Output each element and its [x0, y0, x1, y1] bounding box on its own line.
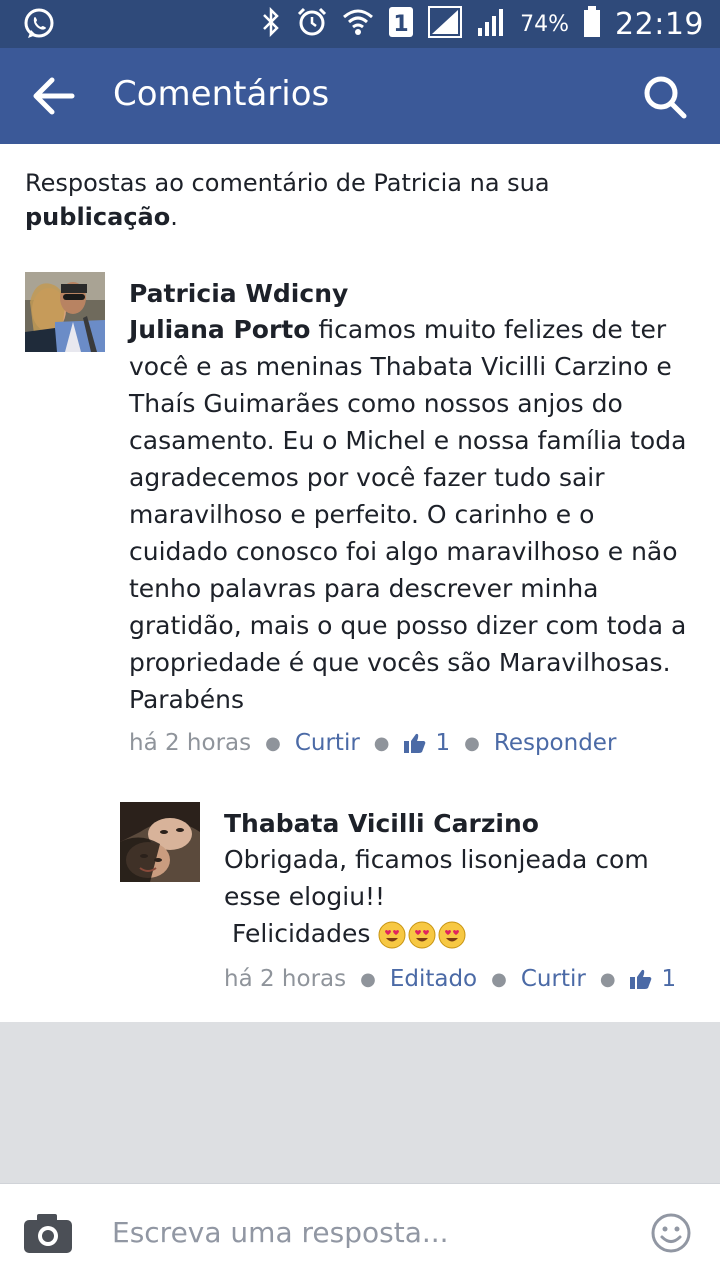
comment-text-line2: Felicidades	[224, 915, 694, 952]
comment-time: há 2 horas	[224, 966, 347, 992]
separator-dot: ●	[265, 732, 281, 754]
search-icon	[644, 76, 687, 119]
signal-icon	[476, 6, 506, 42]
back-button[interactable]	[32, 76, 76, 116]
heart-eyes-emoji	[438, 921, 466, 949]
page-title: Comentários	[113, 74, 330, 114]
camera-button[interactable]	[22, 1211, 74, 1255]
alarm-icon	[296, 6, 328, 42]
comment-text: Obrigada, ficamos lisonjeada com esse el…	[224, 845, 649, 911]
thumbs-up-icon	[629, 969, 651, 989]
avatar[interactable]	[25, 272, 105, 352]
comment-text: Felicidades	[224, 919, 371, 948]
comment-time: há 2 horas	[129, 730, 252, 756]
separator-dot: ●	[373, 732, 390, 754]
sim-icon: 1	[388, 6, 414, 42]
battery-icon	[583, 6, 601, 42]
separator-dot: ●	[464, 732, 480, 754]
comment-meta: há 2 horas ● Editado ● Curtir ● 1	[224, 966, 694, 992]
reply-bar	[0, 1183, 720, 1280]
emoji-group	[378, 921, 466, 949]
heart-eyes-emoji	[378, 921, 406, 949]
whatsapp-icon	[22, 7, 56, 45]
clock: 22:19	[615, 6, 704, 42]
comment-text: ficamos muito felizes de ter você e as m…	[129, 315, 687, 714]
comment-author[interactable]: Patricia Wdicny	[129, 277, 689, 311]
like-count[interactable]: 1	[629, 966, 677, 992]
mention-link[interactable]: Juliana Porto	[129, 315, 310, 344]
search-button[interactable]	[642, 74, 688, 120]
app-bar: Comentários	[0, 48, 720, 144]
comment-body: Obrigada, ficamos lisonjeada com esse el…	[224, 841, 694, 952]
like-button[interactable]: Curtir	[295, 730, 360, 756]
signal-icon	[428, 6, 463, 42]
thumbs-up-icon	[403, 733, 425, 753]
separator-dot: ●	[491, 968, 507, 990]
replies-header-text: Respostas ao comentário de Patricia na s…	[25, 169, 550, 197]
separator-dot: ●	[599, 968, 616, 990]
bluetooth-icon	[260, 6, 282, 41]
like-button[interactable]: Curtir	[521, 966, 586, 992]
reply-button[interactable]: Responder	[494, 730, 617, 756]
empty-area	[0, 1022, 720, 1183]
reply-input[interactable]	[112, 1210, 612, 1254]
post-link[interactable]: publicação	[25, 203, 170, 231]
comment-author[interactable]: Thabata Vicilli Carzino	[224, 807, 694, 841]
comment-content: Thabata Vicilli Carzino Obrigada, ficamo…	[224, 807, 694, 992]
battery-percent: 74%	[520, 11, 570, 37]
like-count-value: 1	[661, 966, 677, 992]
smiley-icon	[651, 1213, 691, 1253]
back-arrow-icon	[33, 77, 75, 115]
emoji-button[interactable]	[650, 1212, 692, 1254]
wifi-icon	[342, 7, 374, 41]
status-bar: 1 74% 22:19	[0, 0, 720, 48]
avatar[interactable]	[120, 802, 200, 882]
camera-icon	[24, 1214, 72, 1253]
heart-eyes-emoji	[408, 921, 436, 949]
replies-header-suffix: .	[170, 203, 178, 231]
edited-link[interactable]: Editado	[390, 966, 477, 992]
like-count-value: 1	[435, 730, 451, 756]
separator-dot: ●	[360, 968, 376, 990]
comment-body: Juliana Porto ficamos muito felizes de t…	[129, 311, 689, 718]
comment-content: Patricia Wdicny Juliana Porto ficamos mu…	[129, 277, 689, 756]
like-count[interactable]: 1	[403, 730, 451, 756]
comment-meta: há 2 horas ● Curtir ● 1 ● Responder	[129, 730, 689, 756]
replies-header: Respostas ao comentário de Patricia na s…	[25, 166, 705, 234]
sim-number: 1	[393, 12, 408, 37]
